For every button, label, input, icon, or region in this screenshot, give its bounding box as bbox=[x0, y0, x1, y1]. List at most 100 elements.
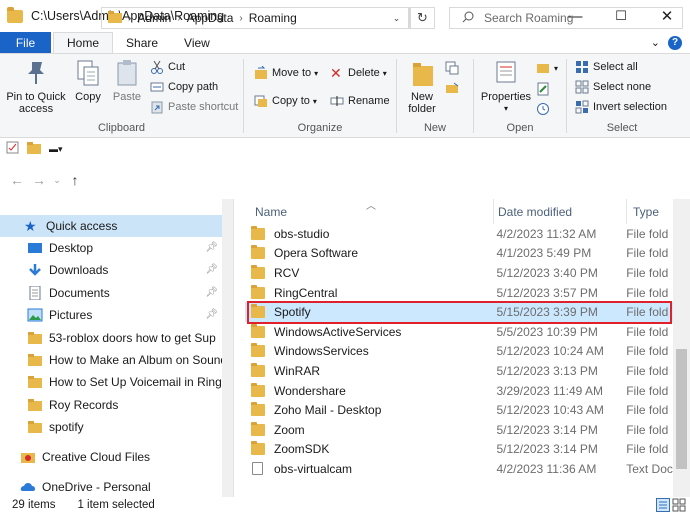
easy-access-icon[interactable] bbox=[445, 80, 463, 98]
new-folder-qat-icon[interactable] bbox=[27, 141, 41, 157]
rename-icon bbox=[330, 94, 344, 108]
column-date-modified[interactable]: Date modified bbox=[498, 199, 572, 224]
search-input[interactable]: Search Roaming bbox=[449, 7, 683, 29]
nav-item-creative-cloud[interactable]: Creative Cloud Files bbox=[0, 446, 222, 468]
address-dropdown-icon[interactable]: ⌄ bbox=[385, 7, 409, 29]
file-date: 5/12/2023 3:13 PM bbox=[496, 363, 598, 378]
rename-button[interactable]: Rename bbox=[330, 92, 390, 110]
new-folder-button[interactable]: New folder bbox=[405, 58, 439, 115]
file-row[interactable]: Opera Software 4/1/2023 5:49 PM File fold bbox=[245, 244, 675, 264]
forward-arrow-icon[interactable]: → bbox=[28, 172, 50, 188]
quick-access-toolbar: ▬▾ bbox=[0, 138, 690, 160]
file-row[interactable]: ZoomSDK 5/12/2023 3:14 PM File fold bbox=[245, 440, 675, 460]
nav-item-onedrive[interactable]: OneDrive - Personal bbox=[0, 476, 222, 497]
delete-x-icon: ✕ bbox=[330, 65, 342, 81]
pictures-icon bbox=[27, 308, 43, 322]
chevron-right-icon: › bbox=[239, 12, 243, 24]
up-arrow-icon[interactable]: ↑ bbox=[64, 172, 86, 188]
move-to-button[interactable]: Move to ▾ bbox=[254, 64, 318, 82]
delete-button[interactable]: ✕ Delete ▾ bbox=[330, 64, 387, 82]
properties-check-icon[interactable] bbox=[6, 141, 19, 157]
copy-path-button[interactable]: Copy path bbox=[150, 78, 218, 96]
download-icon bbox=[27, 263, 43, 277]
tab-file[interactable]: File bbox=[0, 32, 51, 53]
column-type[interactable]: Type bbox=[633, 199, 659, 224]
cloud-icon bbox=[20, 480, 36, 494]
file-row[interactable]: WindowsServices 5/12/2023 10:24 AM File fo… bbox=[245, 342, 675, 362]
nav-quick-access[interactable]: ★ Quick access bbox=[0, 215, 222, 237]
copy-to-button[interactable]: Copy to ▾ bbox=[254, 92, 317, 110]
nav-item-folder[interactable]: 53-roblox doors how to get Sup bbox=[0, 327, 222, 349]
file-row[interactable]: Wondershare 3/29/2023 11:49 AM File fold bbox=[245, 381, 675, 401]
nav-item-pictures[interactable]: Pictures 📌︎ bbox=[0, 304, 222, 326]
file-type: File fold bbox=[626, 442, 669, 457]
file-name: Zoom bbox=[274, 422, 305, 437]
recent-locations-icon[interactable]: ⌄ bbox=[50, 175, 64, 186]
file-row[interactable]: RingCentral 5/12/2023 3:57 PM File fold bbox=[245, 283, 675, 303]
item-count: 29 items bbox=[12, 499, 56, 511]
clipboard-group: Pin to Quick access Copy Paste Cut Copy … bbox=[0, 54, 243, 138]
ribbon-tabs: File Home Share View ⌄ ? bbox=[0, 32, 690, 53]
file-date: 5/12/2023 10:24 AM bbox=[496, 344, 604, 359]
select-all-icon bbox=[575, 60, 589, 74]
folder-icon bbox=[251, 402, 265, 417]
tab-share[interactable]: Share bbox=[113, 32, 171, 53]
scrollbar-thumb[interactable] bbox=[676, 349, 687, 469]
move-to-icon bbox=[254, 65, 268, 80]
refresh-icon[interactable]: ↻ bbox=[410, 7, 435, 29]
nav-item-folder[interactable]: How to Make an Album on SoundC bbox=[0, 349, 222, 371]
ribbon-collapse-icon[interactable]: ⌄ bbox=[651, 36, 660, 49]
file-row[interactable]: Zoom 5/12/2023 3:14 PM File fold bbox=[245, 420, 675, 440]
nav-item-documents[interactable]: Documents 📌︎ bbox=[0, 282, 222, 304]
copy-button[interactable]: Copy bbox=[72, 58, 104, 103]
nav-item-folder[interactable]: Roy Records bbox=[0, 394, 222, 416]
nav-scrollbar[interactable] bbox=[222, 199, 233, 497]
column-name[interactable]: Name bbox=[255, 199, 287, 224]
file-type: File fold bbox=[626, 324, 669, 339]
tab-home[interactable]: Home bbox=[53, 32, 114, 53]
select-none-button[interactable]: Select none bbox=[575, 78, 651, 96]
file-row[interactable]: RCV 5/12/2023 3:40 PM File fold bbox=[245, 263, 675, 283]
edit-icon[interactable] bbox=[536, 80, 554, 98]
details-view-icon[interactable] bbox=[656, 498, 670, 513]
cut-button[interactable]: Cut bbox=[150, 58, 185, 76]
invert-selection-button[interactable]: Invert selection bbox=[575, 98, 667, 116]
file-row[interactable]: obs-studio 4/2/2023 11:32 AM File fold bbox=[245, 224, 675, 244]
folder-icon bbox=[27, 375, 43, 389]
breadcrumb-admin[interactable]: Admin bbox=[137, 11, 171, 25]
help-icon[interactable]: ? bbox=[668, 35, 682, 50]
open-icon[interactable]: ▾ bbox=[536, 59, 558, 77]
column-divider[interactable] bbox=[493, 199, 494, 224]
pin-quick-access-button[interactable]: Pin to Quick access bbox=[4, 58, 68, 115]
file-row[interactable]: Zoho Mail - Desktop 5/12/2023 10:43 AM Fil… bbox=[245, 400, 675, 420]
column-divider[interactable] bbox=[626, 199, 627, 224]
breadcrumb-roaming[interactable]: Roaming bbox=[249, 11, 297, 25]
paste-shortcut-button[interactable]: Paste shortcut bbox=[150, 98, 238, 116]
folder-icon bbox=[27, 331, 43, 345]
file-row[interactable]: WindowsActiveServices 5/5/2023 10:39 PM Fi… bbox=[245, 322, 675, 342]
qat-customize-icon[interactable]: ▬▾ bbox=[49, 144, 63, 155]
breadcrumb-appdata[interactable]: AppData bbox=[187, 11, 234, 25]
new-group-label: New bbox=[423, 122, 446, 134]
tab-view[interactable]: View bbox=[171, 32, 223, 53]
nav-item-desktop[interactable]: Desktop 📌︎ bbox=[0, 237, 222, 259]
file-list: ︿ Name Date modified Type obs-studio 4/2/… bbox=[235, 199, 690, 497]
file-type: Text Doc bbox=[626, 461, 673, 476]
nav-item-folder[interactable]: How to Set Up Voicemail in RingCe bbox=[0, 371, 222, 393]
address-bar[interactable]: › Admin › AppData › Roaming bbox=[101, 7, 410, 29]
paste-button[interactable]: Paste bbox=[110, 58, 144, 103]
nav-item-downloads[interactable]: Downloads 📌︎ bbox=[0, 259, 222, 281]
new-item-icon[interactable] bbox=[445, 59, 463, 77]
nav-item-folder[interactable]: spotify bbox=[0, 416, 222, 438]
select-all-button[interactable]: Select all bbox=[575, 58, 638, 76]
file-type: File fold bbox=[626, 363, 669, 378]
back-arrow-icon[interactable]: ← bbox=[6, 172, 28, 188]
large-icons-view-icon[interactable] bbox=[672, 498, 686, 513]
file-list-scrollbar[interactable] bbox=[673, 199, 690, 497]
history-icon[interactable] bbox=[536, 100, 554, 118]
file-row[interactable]: obs-virtualcam 4/2/2023 11:36 AM Text Doc bbox=[245, 459, 675, 479]
properties-button[interactable]: Properties ▾ bbox=[480, 58, 532, 115]
file-type: File fold bbox=[626, 403, 669, 418]
file-row[interactable]: WinRAR 5/12/2023 3:13 PM File fold bbox=[245, 361, 675, 381]
file-type: File fold bbox=[626, 246, 669, 261]
